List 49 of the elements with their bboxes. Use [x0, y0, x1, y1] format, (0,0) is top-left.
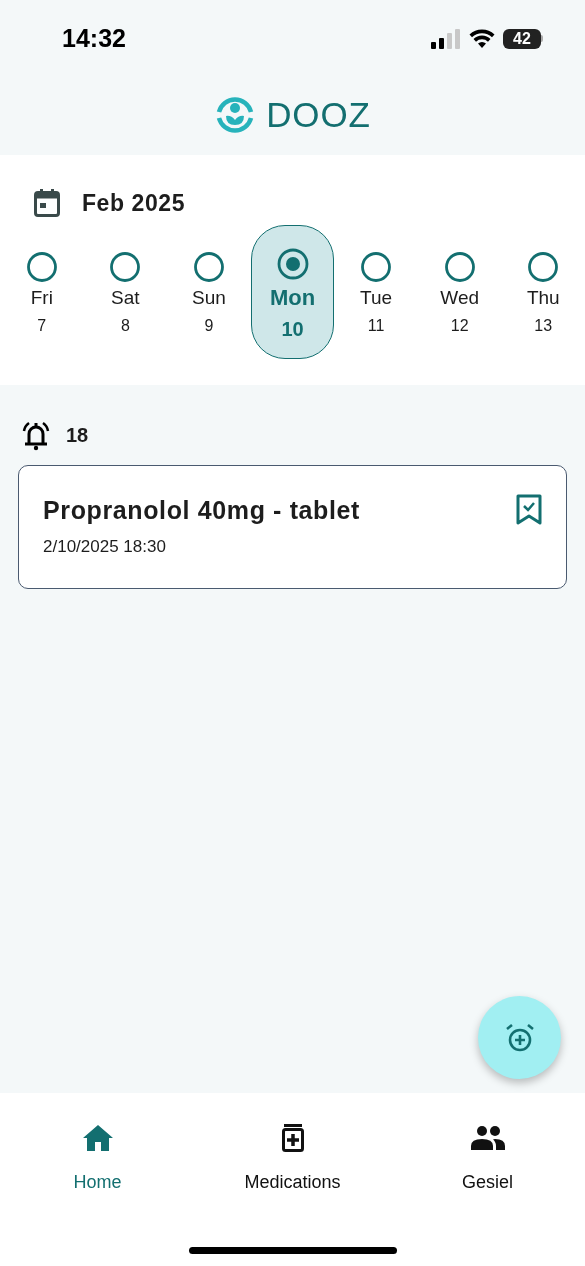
radio-icon [528, 252, 559, 282]
radio-selected-icon [276, 248, 309, 280]
weekday-label: Sat [111, 286, 140, 310]
add-alarm-button[interactable] [478, 996, 561, 1079]
nav-tab[interactable]: Gesiel [412, 1123, 563, 1213]
alarm-add-icon [504, 1022, 535, 1053]
day-number: 10 [281, 316, 304, 342]
day-item[interactable]: Sat 8 [83, 225, 168, 359]
nav-tab[interactable]: Home [22, 1123, 173, 1213]
app-name: DOOZ [266, 93, 371, 136]
weekday-label: Fri [30, 286, 53, 310]
battery-level: 42 [513, 30, 531, 47]
day-item[interactable]: Wed 12 [417, 225, 502, 359]
people-icon [470, 1126, 505, 1150]
status-time: 14:32 [62, 22, 126, 54]
day-item[interactable]: Mon 10 [250, 225, 335, 359]
day-number: 11 [367, 315, 385, 336]
day-number: 12 [450, 315, 469, 336]
radio-icon [26, 252, 57, 282]
calendar-icon [34, 189, 60, 217]
month-label: Feb 2025 [82, 188, 186, 218]
day-item[interactable]: Sun 9 [167, 225, 251, 359]
day-number: 9 [204, 315, 214, 336]
medication-card[interactable]: Propranolol 40mg - tablet 2/10/2025 18:30 [18, 465, 567, 589]
medication-datetime: 2/10/2025 18:30 [43, 535, 167, 558]
day-number: 13 [534, 315, 553, 336]
wifi-icon [469, 28, 495, 49]
reminder-hour: 18 [66, 423, 89, 448]
home-icon [82, 1125, 113, 1151]
radio-icon [193, 252, 224, 282]
radio-icon [361, 252, 392, 282]
nav-tab[interactable]: Medications [217, 1123, 368, 1213]
weekday-label: Sun [192, 286, 226, 310]
bookmark-check-icon[interactable] [516, 494, 542, 526]
day-item[interactable]: Fri 7 [0, 225, 84, 359]
alarm-bell-icon [20, 419, 52, 451]
day-item[interactable]: Tue 11 [334, 225, 418, 359]
radio-icon [444, 252, 475, 282]
weekday-label: Wed [440, 286, 480, 310]
day-number: 8 [120, 315, 130, 336]
day-item[interactable]: Thu 13 [501, 225, 585, 359]
weekday-label: Mon [269, 284, 316, 312]
signal-icon [431, 28, 461, 49]
day-number: 7 [37, 315, 47, 336]
medication-title: Propranolol 40mg - tablet [43, 495, 361, 526]
radio-icon [110, 252, 141, 282]
medicine-bottle-icon [281, 1124, 304, 1152]
weekday-label: Tue [360, 286, 393, 310]
weekday-label: Thu [526, 286, 560, 310]
